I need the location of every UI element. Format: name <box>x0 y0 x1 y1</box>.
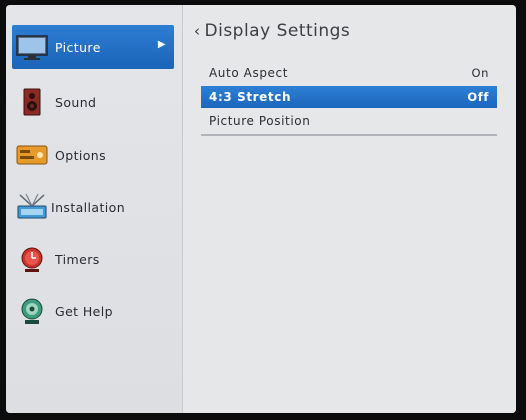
menu-row-picture-position[interactable]: Picture Position <box>201 110 497 132</box>
submenu-arrow-icon: ▶ <box>157 39 166 50</box>
sidebar-item-label: Timers <box>55 251 100 267</box>
antenna-icon <box>17 193 47 219</box>
row-label: Auto Aspect <box>209 66 289 80</box>
row-label: Picture Position <box>209 114 311 128</box>
sidebar-item-options[interactable]: Options <box>12 133 174 177</box>
back-chevron-icon[interactable]: ‹ <box>194 22 201 40</box>
row-value: On <box>471 66 489 80</box>
row-label: 4:3 Stretch <box>209 90 292 104</box>
sidebar-item-label: Options <box>55 147 107 163</box>
sidebar-item-sound[interactable]: Sound <box>12 80 174 124</box>
row-value: Off <box>467 90 489 104</box>
sidebar-item-get-help[interactable]: Get Help <box>12 289 174 333</box>
tv-menu-frame: Picture ▶ Sound Options Installation Tim… <box>6 5 516 413</box>
sidebar-item-label: Sound <box>55 94 97 110</box>
sidebar-item-installation[interactable]: Installation <box>12 185 174 229</box>
timer-icon <box>21 247 43 272</box>
sidebar-item-timers[interactable]: Timers <box>12 237 174 281</box>
monitor-icon <box>16 35 48 60</box>
speaker-icon <box>23 88 41 116</box>
menu-row-auto-aspect[interactable]: Auto Aspect On <box>201 62 497 84</box>
sidebar-item-label: Installation <box>51 199 126 215</box>
options-panel-icon <box>16 145 48 165</box>
sidebar-item-label: Get Help <box>55 303 113 319</box>
help-icon <box>21 298 43 324</box>
page-title: ‹ Display Settings <box>194 21 350 41</box>
sidebar-item-label: Picture <box>55 39 101 55</box>
divider <box>201 134 497 136</box>
menu-row-4-3-stretch[interactable]: 4:3 Stretch Off <box>201 86 497 108</box>
display-settings-panel: ‹ Display Settings Auto Aspect On 4:3 St… <box>183 5 516 413</box>
sidebar-item-picture[interactable]: Picture ▶ <box>12 25 174 69</box>
sidebar: Picture ▶ Sound Options Installation Tim… <box>6 5 183 413</box>
page-title-text: Display Settings <box>204 21 351 41</box>
